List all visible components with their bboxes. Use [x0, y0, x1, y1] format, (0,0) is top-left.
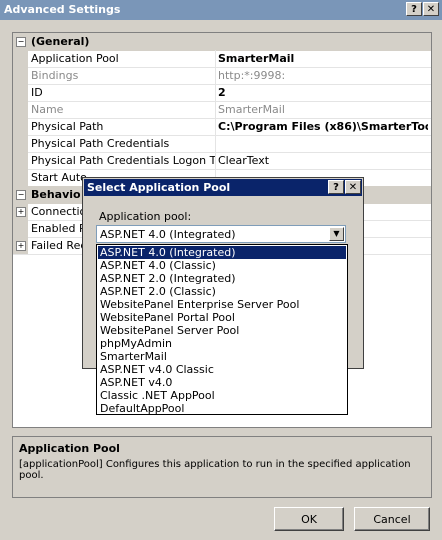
chevron-down-icon[interactable]: ▼: [329, 227, 344, 241]
property-value[interactable]: SmarterMail: [218, 103, 428, 116]
property-key: Name: [31, 103, 64, 116]
property-value[interactable]: SmarterMail: [218, 52, 428, 65]
property-row-physical-path-credentials[interactable]: Physical Path Credentials: [13, 135, 431, 153]
property-row-physical-path[interactable]: Physical Path C:\Program Files (x86)\Sma…: [13, 118, 431, 136]
property-key: Bindings: [31, 69, 79, 82]
help-button[interactable]: ?: [406, 2, 422, 16]
dialog-title: Select Application Pool: [87, 181, 231, 194]
ok-button[interactable]: OK: [274, 507, 344, 531]
collapse-icon[interactable]: −: [16, 37, 26, 47]
property-value[interactable]: C:\Program Files (x86)\SmarterTools\: [218, 120, 428, 133]
description-panel: Application Pool [applicationPool] Confi…: [12, 436, 432, 498]
list-item[interactable]: Classic .NET AppPool: [98, 389, 346, 402]
description-text: [applicationPool] Configures this applic…: [19, 459, 411, 481]
property-row-name[interactable]: Name SmarterMail: [13, 101, 431, 119]
property-row-bindings[interactable]: Bindings http:*:9998:: [13, 67, 431, 85]
list-item[interactable]: WebsitePanel Enterprise Server Pool: [98, 298, 346, 311]
property-key: Physical Path: [31, 120, 104, 133]
application-pool-label: Application pool:: [99, 210, 192, 223]
dialog-help-button[interactable]: ?: [328, 180, 344, 194]
property-value[interactable]: ClearText: [218, 154, 428, 167]
property-value[interactable]: http:*:9998:: [218, 69, 428, 82]
property-row-application-pool[interactable]: Application Pool SmarterMail: [13, 50, 431, 68]
list-item[interactable]: phpMyAdmin: [98, 337, 346, 350]
description-heading: Application Pool: [19, 442, 120, 455]
property-key: Physical Path Credentials: [31, 137, 170, 150]
category-general[interactable]: − (General): [13, 33, 431, 51]
property-row-id[interactable]: ID 2: [13, 84, 431, 102]
property-value[interactable]: 2: [218, 86, 428, 99]
property-key: Physical Path Credentials Logon Type: [31, 154, 215, 167]
list-item[interactable]: ASP.NET v4.0: [98, 376, 346, 389]
dialog-title-bar: Select Application Pool ? ✕: [84, 179, 362, 196]
dialog-close-button[interactable]: ✕: [345, 180, 361, 194]
list-item[interactable]: ASP.NET 2.0 (Integrated): [98, 272, 346, 285]
title-bar: Advanced Settings ? ✕: [0, 0, 442, 20]
property-key: ID: [31, 86, 43, 99]
list-item[interactable]: DefaultAppPool: [98, 402, 346, 415]
window-title: Advanced Settings: [4, 3, 121, 16]
list-item[interactable]: WebsitePanel Server Pool: [98, 324, 346, 337]
dropdown-value: ASP.NET 4.0 (Integrated): [100, 228, 236, 241]
list-item[interactable]: WebsitePanel Portal Pool: [98, 311, 346, 324]
expand-icon[interactable]: +: [16, 241, 26, 251]
list-item[interactable]: ASP.NET 2.0 (Classic): [98, 285, 346, 298]
expand-icon[interactable]: +: [16, 207, 26, 217]
property-row-logon-type[interactable]: Physical Path Credentials Logon Type Cle…: [13, 152, 431, 170]
application-pool-dropdown[interactable]: ASP.NET 4.0 (Integrated) ▼: [96, 225, 346, 243]
property-key: Application Pool: [31, 52, 119, 65]
list-item[interactable]: SmarterMail: [98, 350, 346, 363]
list-item[interactable]: ASP.NET 4.0 (Integrated): [98, 246, 346, 259]
list-item[interactable]: ASP.NET 4.0 (Classic): [98, 259, 346, 272]
collapse-icon[interactable]: −: [16, 190, 26, 200]
close-button[interactable]: ✕: [423, 2, 439, 16]
cancel-button[interactable]: Cancel: [354, 507, 430, 531]
category-label: (General): [31, 35, 90, 48]
application-pool-list[interactable]: ASP.NET 4.0 (Integrated) ASP.NET 4.0 (Cl…: [96, 244, 348, 415]
list-item[interactable]: ASP.NET v4.0 Classic: [98, 363, 346, 376]
